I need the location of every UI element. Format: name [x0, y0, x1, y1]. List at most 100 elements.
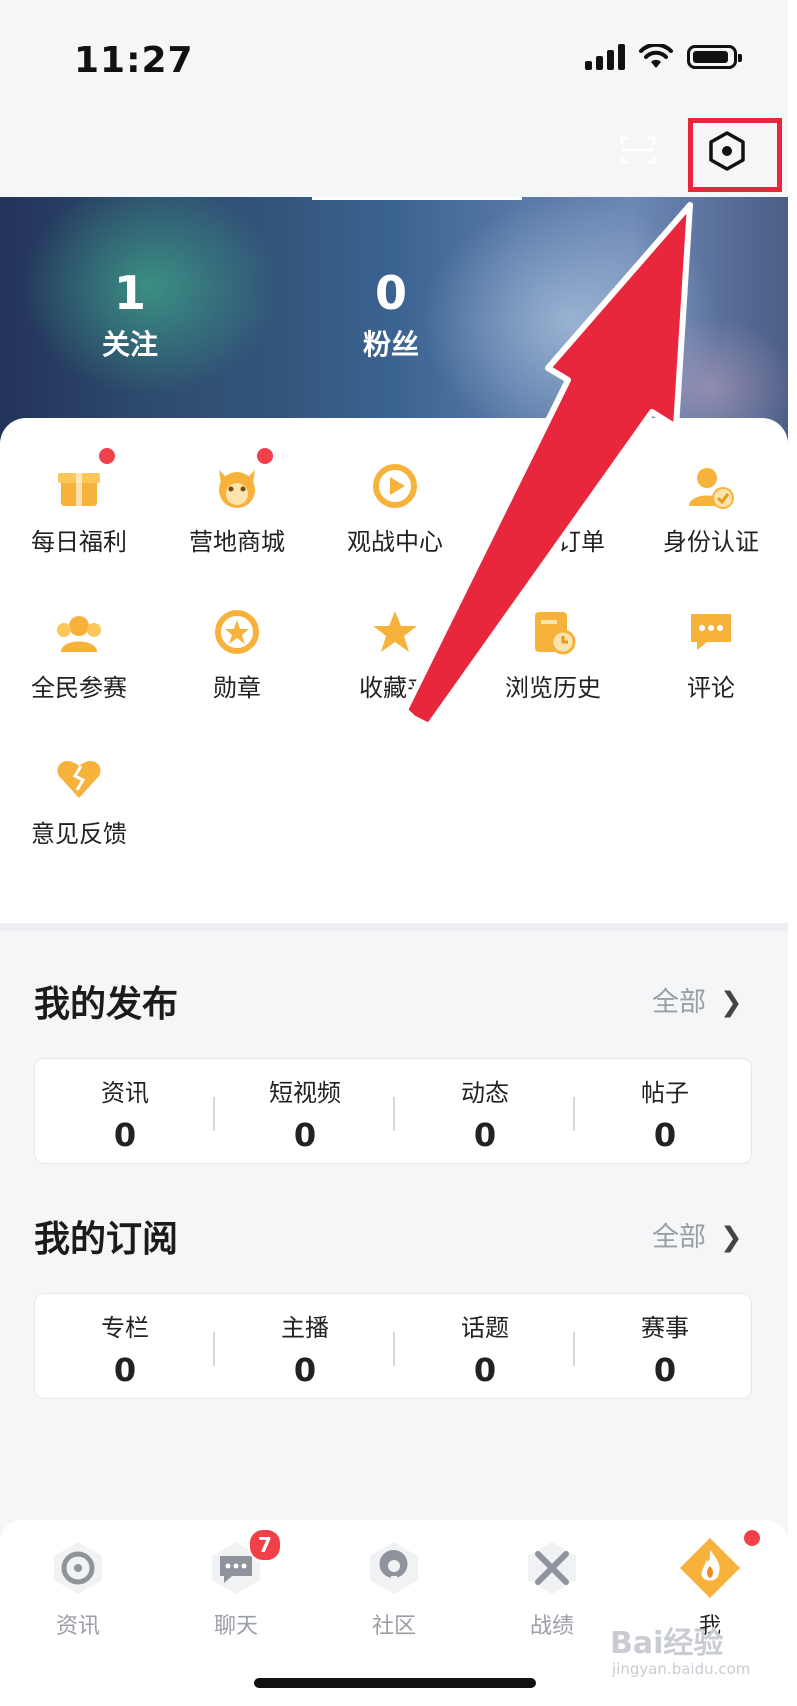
battery-icon [687, 45, 742, 69]
my-posts-card: 资讯 0 短视频 0 动态 0 帖子 0 [34, 1058, 752, 1164]
tab-chat[interactable]: 7 聊天 [176, 1528, 296, 1640]
menu-feedback[interactable]: 意见反馈 [0, 754, 158, 849]
my-posts-title: 我的发布 [34, 984, 179, 1025]
news-icon [46, 1536, 110, 1600]
menu-label: 每日福利 [31, 528, 127, 556]
tab-label: 聊天 [213, 1614, 258, 1639]
my-subscriptions-all-link[interactable]: 全部 ❯ [652, 1215, 743, 1254]
baidu-watermark-url: jingyan.baidu.com [612, 1660, 751, 1678]
tab-label: 战绩 [529, 1614, 574, 1639]
menu-label: 观战中心 [347, 528, 443, 556]
identity-verified-icon [687, 462, 735, 510]
menu-wallet-orders[interactable]: 钱包/订单 [474, 462, 632, 557]
menu-browse-history[interactable]: 浏览历史 [474, 608, 632, 703]
section-divider [0, 923, 788, 931]
menu-label: 浏览历史 [505, 674, 601, 702]
menu-label: 营地商城 [189, 528, 285, 556]
menu-all-compete[interactable]: 全民参赛 [0, 608, 158, 703]
medal-icon [213, 608, 261, 656]
status-time: 11:27 [74, 40, 194, 81]
cell-value: 0 [293, 1351, 317, 1389]
menu-label: 身份认证 [663, 528, 759, 556]
profile-banner: 1 关注 0 粉丝 访客 [0, 197, 788, 447]
gift-icon [55, 448, 115, 510]
group-icon [55, 608, 103, 656]
my-subscriptions-card: 专栏 0 主播 0 话题 0 赛事 0 [34, 1293, 752, 1399]
tab-records[interactable]: 战绩 [492, 1536, 612, 1640]
scan-icon[interactable] [620, 135, 656, 165]
cell-label: 主播 [281, 1314, 329, 1342]
stat-following[interactable]: 1 关注 [60, 267, 200, 363]
broken-heart-icon [55, 754, 103, 802]
menu-label: 全民参赛 [31, 674, 127, 702]
menu-label: 评论 [687, 674, 735, 702]
posts-threads[interactable]: 帖子 0 [575, 1073, 755, 1154]
menu-label: 勋章 [213, 674, 261, 702]
my-subscriptions-all-label: 全部 [652, 1222, 706, 1253]
cell-label: 短视频 [269, 1079, 341, 1107]
cell-label: 赛事 [641, 1314, 689, 1342]
my-posts-all-link[interactable]: 全部 ❯ [652, 980, 743, 1019]
subs-topics[interactable]: 话题 0 [395, 1308, 575, 1389]
menu-panel: 每日福利 营地商城 观战中心 钱包/订单 身份认证 全民参赛 勋章 收藏夹 浏览… [0, 418, 788, 923]
stat-fans[interactable]: 0 粉丝 [321, 267, 461, 363]
tab-news[interactable]: 资讯 [18, 1536, 138, 1640]
menu-identity-verification[interactable]: 身份认证 [632, 462, 788, 557]
comment-icon [687, 608, 735, 656]
my-posts-all-label: 全部 [652, 987, 706, 1018]
tab-label: 社区 [371, 1614, 416, 1639]
visitors-label: 访客 [631, 276, 688, 309]
menu-medals[interactable]: 勋章 [158, 608, 316, 703]
subs-streamers[interactable]: 主播 0 [215, 1308, 395, 1389]
wifi-icon [639, 44, 673, 68]
cell-label: 帖子 [641, 1079, 689, 1107]
cell-value: 0 [473, 1351, 497, 1389]
baidu-watermark: Bai经验 [610, 1626, 724, 1661]
menu-favorites[interactable]: 收藏夹 [316, 608, 474, 703]
cell-value: 0 [473, 1116, 497, 1154]
fans-label: 粉丝 [362, 328, 419, 361]
chevron-right-icon: ❯ [720, 1222, 743, 1253]
cat-mascot-icon [213, 448, 273, 510]
menu-spectate-center[interactable]: 观战中心 [316, 462, 474, 557]
home-indicator [254, 1678, 536, 1688]
crossed-swords-icon [520, 1536, 584, 1600]
chevron-right-icon: ❯ [720, 987, 743, 1018]
cell-value: 0 [113, 1351, 137, 1389]
chat-unread-badge: 7 [248, 1528, 282, 1562]
cell-value: 0 [113, 1116, 137, 1154]
posts-moments[interactable]: 动态 0 [395, 1073, 575, 1154]
cell-label: 话题 [461, 1314, 509, 1342]
following-label: 关注 [101, 328, 158, 361]
chat-icon: 7 [204, 1528, 282, 1600]
cell-value: 0 [653, 1116, 677, 1154]
tab-community[interactable]: 社区 [334, 1536, 454, 1640]
my-subscriptions-title: 我的订阅 [34, 1219, 179, 1260]
tab-label: 资讯 [55, 1614, 100, 1639]
subs-events[interactable]: 赛事 0 [575, 1308, 755, 1389]
menu-camp-store[interactable]: 营地商城 [158, 448, 316, 557]
menu-label: 收藏夹 [359, 674, 431, 702]
annotation-highlight-box [688, 118, 782, 192]
fans-count: 0 [374, 266, 407, 320]
subs-columns[interactable]: 专栏 0 [35, 1308, 215, 1389]
cell-value: 0 [653, 1351, 677, 1389]
menu-label: 钱包/订单 [500, 528, 606, 556]
cell-label: 动态 [461, 1079, 509, 1107]
wallet-icon [529, 462, 577, 510]
cell-value: 0 [293, 1116, 317, 1154]
history-icon [529, 608, 577, 656]
menu-daily-benefits[interactable]: 每日福利 [0, 448, 158, 557]
star-icon [371, 608, 419, 656]
community-icon [362, 1536, 426, 1600]
image-margin [788, 0, 797, 1706]
following-count: 1 [113, 266, 146, 320]
play-circle-icon [371, 462, 419, 510]
stat-visitors[interactable]: 访客 [590, 267, 730, 311]
posts-short-video[interactable]: 短视频 0 [215, 1073, 395, 1154]
posts-news[interactable]: 资讯 0 [35, 1073, 215, 1154]
cell-label: 资讯 [101, 1079, 149, 1107]
cell-label: 专栏 [101, 1314, 149, 1342]
menu-label: 意见反馈 [31, 820, 127, 848]
menu-comments[interactable]: 评论 [632, 608, 788, 703]
